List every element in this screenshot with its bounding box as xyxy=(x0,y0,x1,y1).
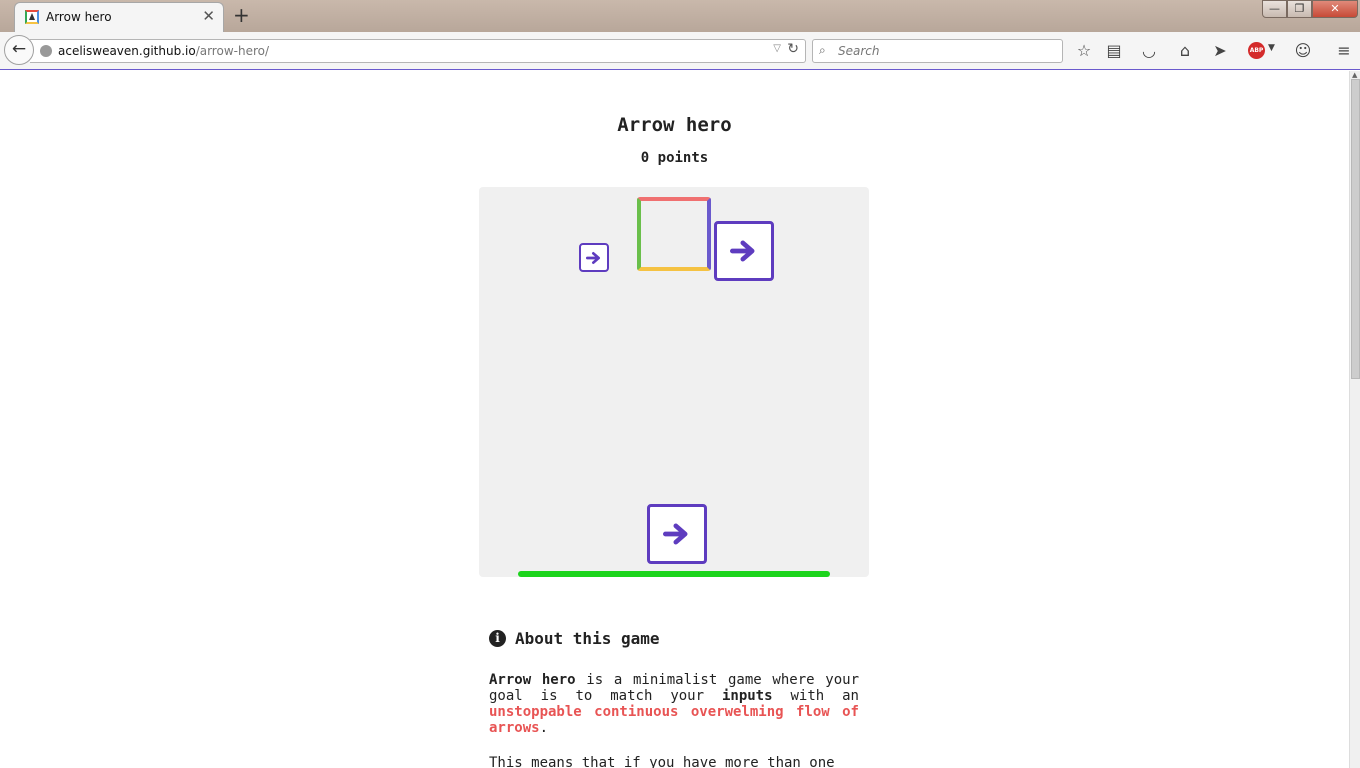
scroll-thumb[interactable] xyxy=(1351,79,1360,379)
smiley-icon[interactable]: ☺ xyxy=(1292,41,1314,61)
target-frame xyxy=(637,197,711,271)
inputs-bold: inputs xyxy=(721,688,773,704)
url-domain: acelisweaven.github.io xyxy=(58,44,196,58)
url-path: /arrow-hero/ xyxy=(195,44,270,58)
new-tab-button[interactable]: + xyxy=(233,4,250,26)
globe-icon xyxy=(40,45,52,57)
about-text: with an xyxy=(772,688,859,704)
search-icon: ⌕ xyxy=(819,43,826,57)
right-arrow-icon xyxy=(586,251,600,264)
url-bar[interactable]: acelisweaven.github.io/arrow-hero/ ▽ ↻ xyxy=(30,39,806,63)
input-arrow-button[interactable] xyxy=(647,504,707,564)
browser-navbar: acelisweaven.github.io/arrow-hero/ ▽ ↻ ←… xyxy=(0,32,1360,70)
search-placeholder: Search xyxy=(838,44,880,58)
reload-icon[interactable]: ↻ xyxy=(787,41,799,57)
pocket-icon[interactable]: ◡ xyxy=(1138,41,1160,61)
window-close-button[interactable]: ✕ xyxy=(1312,0,1358,18)
about-heading: i About this game xyxy=(489,629,660,648)
about-text: . xyxy=(539,720,549,736)
info-icon: i xyxy=(489,630,506,647)
bookmarks-list-icon[interactable]: ▤ xyxy=(1103,41,1125,61)
adblock-dropdown-icon[interactable]: ▼ xyxy=(1268,43,1275,53)
queue-arrow-small xyxy=(579,243,609,272)
about-heading-text: About this game xyxy=(515,629,660,648)
scroll-up-icon[interactable]: ▲ xyxy=(1352,71,1357,79)
browser-tab[interactable]: Arrow hero ✕ xyxy=(14,2,224,32)
tab-title: Arrow hero xyxy=(46,10,112,24)
arrow-hero-favicon-icon xyxy=(25,10,39,24)
page-title: Arrow hero xyxy=(617,114,732,136)
adblock-plus-icon[interactable]: ABP xyxy=(1248,42,1265,59)
right-arrow-icon xyxy=(730,240,755,262)
window-maximize-button[interactable]: ❐ xyxy=(1287,0,1312,18)
back-arrow-icon: ← xyxy=(11,39,27,59)
send-icon[interactable]: ➤ xyxy=(1209,41,1231,61)
about-paragraph-1: Arrow hero is a minimalist game where yo… xyxy=(489,672,859,736)
bookmark-star-icon[interactable]: ☆ xyxy=(1073,41,1095,61)
back-button[interactable]: ← xyxy=(4,35,34,65)
score-display: 0 points xyxy=(640,150,709,166)
menu-icon[interactable]: ≡ xyxy=(1333,41,1355,61)
search-bar[interactable]: ⌕ Search xyxy=(812,39,1063,63)
right-arrow-icon xyxy=(663,523,688,545)
tab-close-icon[interactable]: ✕ xyxy=(202,8,215,24)
page-scrollbar[interactable]: ▲ xyxy=(1349,71,1360,768)
game-name-bold: Arrow hero xyxy=(489,672,576,688)
queue-arrow-next xyxy=(714,221,774,281)
health-bar xyxy=(518,571,830,577)
browser-titlebar: Arrow hero ✕ + — ❐ ✕ xyxy=(0,0,1360,32)
window-minimize-button[interactable]: — xyxy=(1262,0,1287,18)
about-paragraph-2: This means that if you have more than on… xyxy=(489,755,835,768)
url-history-dropdown-icon[interactable]: ▽ xyxy=(773,43,781,54)
game-board[interactable] xyxy=(479,187,869,577)
url-text[interactable]: acelisweaven.github.io/arrow-hero/ xyxy=(58,44,269,58)
home-icon[interactable]: ⌂ xyxy=(1174,41,1196,61)
